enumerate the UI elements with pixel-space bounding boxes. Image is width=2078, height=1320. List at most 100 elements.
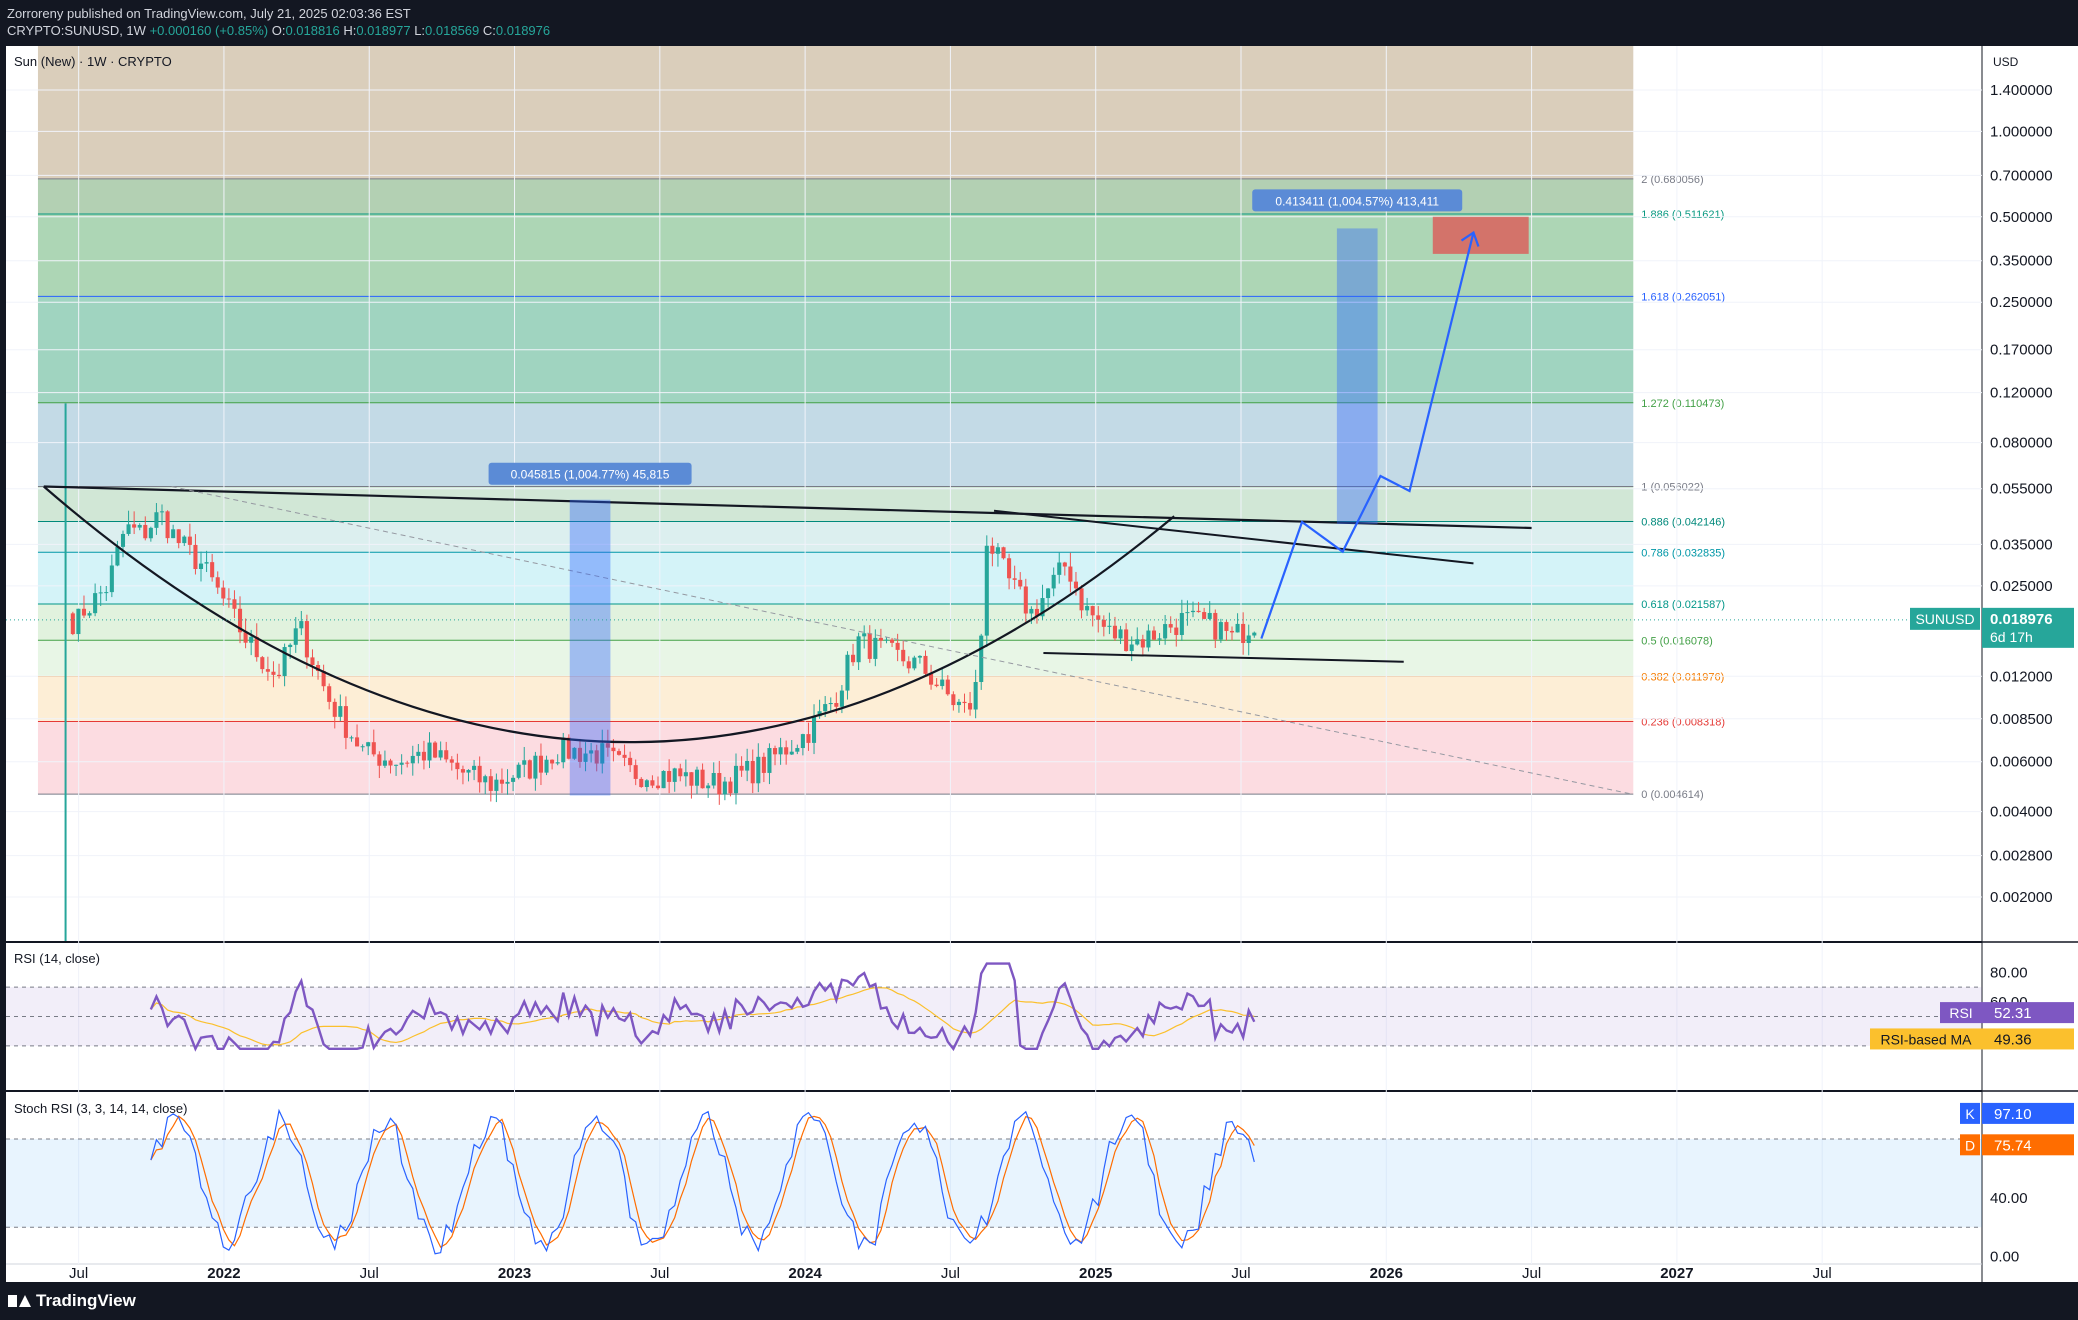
candle-body xyxy=(1129,644,1134,652)
fib-level-label: 1.886 (0.511621) xyxy=(1641,209,1724,221)
candle-body xyxy=(1057,562,1062,575)
fib-zone xyxy=(37,402,1634,487)
candle-body xyxy=(477,765,482,783)
fib-level-label: 0.786 (0.032835) xyxy=(1641,547,1725,559)
candle-body xyxy=(304,621,309,658)
candle-body xyxy=(1146,630,1151,648)
rsi-ma-tag-text: RSI-based MA xyxy=(1880,1031,1972,1047)
candle-body xyxy=(611,747,616,752)
candle-body xyxy=(366,742,371,747)
fib-zone xyxy=(37,603,1634,641)
time-tick-label: Jul xyxy=(360,1265,379,1282)
candle-body xyxy=(722,781,727,795)
candle-body xyxy=(421,751,426,761)
candle-body xyxy=(193,544,198,570)
candle-body xyxy=(761,756,766,773)
candle-body xyxy=(527,760,532,779)
ohlc-high-label: H: xyxy=(343,23,357,38)
candle-body xyxy=(633,765,638,779)
candle-body xyxy=(622,754,627,758)
publish-line: Zorroreny published on TradingView.com, … xyxy=(7,6,411,21)
candle-body xyxy=(243,632,248,643)
candle-body xyxy=(901,649,906,662)
candle-body xyxy=(143,524,148,539)
rsi-tag-text: RSI xyxy=(1949,1005,1972,1021)
candle-body xyxy=(310,657,315,665)
candle-body xyxy=(655,785,661,789)
time-tick-label: Jul xyxy=(1522,1265,1541,1282)
candle-body xyxy=(137,524,142,528)
candle-body xyxy=(1112,625,1118,639)
candle-body xyxy=(800,734,805,749)
candle-body xyxy=(995,547,1000,554)
tradingview-logo[interactable]: TradingView xyxy=(8,1291,136,1311)
symbol-name: CRYPTO:SUNUSD, 1W xyxy=(7,23,146,38)
fib-level-label: 1 (0.056022) xyxy=(1641,481,1703,493)
candle-body xyxy=(449,759,454,763)
candle-body xyxy=(1068,566,1073,582)
ohlc-high-value: 0.018977 xyxy=(356,23,411,38)
time-tick-label: Jul xyxy=(941,1265,960,1282)
candle-body xyxy=(895,642,900,650)
candle-body xyxy=(795,748,800,752)
stoch-tick-label: 40.00 xyxy=(1990,1190,2028,1207)
candle-body xyxy=(968,703,973,710)
ohlc-close-value: 0.018976 xyxy=(495,23,551,38)
candle-body xyxy=(349,737,354,739)
candle-body xyxy=(756,756,761,784)
candle-body xyxy=(628,757,633,766)
candle-body xyxy=(1090,606,1095,616)
candle-body xyxy=(1051,574,1056,589)
ohlc-open-value: 0.018816 xyxy=(285,23,340,38)
candle-body xyxy=(929,673,934,685)
candle-body xyxy=(956,701,961,706)
fib-level-label: 1.272 (0.110473) xyxy=(1641,398,1724,410)
stoch-tag-text: D xyxy=(1965,1137,1975,1153)
candle-body xyxy=(1174,627,1179,635)
candle-body xyxy=(1062,562,1067,567)
header-bar: Zorroreny published on TradingView.com, … xyxy=(0,0,2078,46)
chart-canvas[interactable]: 2 (0.680056)1.886 (0.511621)1.618 (0.262… xyxy=(0,46,2078,1282)
candle-body xyxy=(1218,622,1223,640)
rsi-value: 52.31 xyxy=(1994,1005,2032,1022)
candle-body xyxy=(667,770,672,782)
candle-body xyxy=(745,760,750,771)
tradingview-logo-icon xyxy=(8,1295,31,1307)
price-tick-label: 0.012000 xyxy=(1990,668,2053,685)
candle-body xyxy=(438,750,443,758)
candle-body xyxy=(444,750,449,760)
candle-body xyxy=(1135,639,1140,645)
currency-label: USD xyxy=(1993,55,2019,69)
candle-body xyxy=(182,536,187,544)
candle-body xyxy=(1023,586,1028,614)
fib-level-label: 0.382 (0.011976) xyxy=(1641,672,1724,684)
candle-body xyxy=(232,599,237,609)
candle-body xyxy=(1190,610,1196,613)
candle-body xyxy=(271,671,276,675)
stoch-value: 75.74 xyxy=(1994,1137,2032,1154)
last-price-value: 0.018976 xyxy=(1990,611,2053,628)
candle-body xyxy=(544,759,549,773)
candle-body xyxy=(1157,638,1162,640)
candle-body xyxy=(890,639,895,643)
candle-body xyxy=(522,760,527,765)
candle-body xyxy=(360,746,365,748)
candle-body xyxy=(940,679,945,687)
target-box xyxy=(1432,216,1529,254)
candle-body xyxy=(689,772,694,786)
fib-zone xyxy=(37,721,1634,795)
candle-body xyxy=(862,633,867,637)
candle-body xyxy=(706,785,711,789)
candle-body xyxy=(1085,606,1090,611)
candle-body xyxy=(226,598,231,600)
candle-body xyxy=(806,734,811,743)
ohlc-close-label: C: xyxy=(482,23,496,38)
symbol-line: CRYPTO:SUNUSD, 1W +0.000160 (+0.85%) O:0… xyxy=(7,23,550,38)
candle-body xyxy=(1207,612,1212,619)
candle-body xyxy=(159,511,165,513)
fib-zone-top xyxy=(37,46,1634,179)
candle-body xyxy=(377,754,382,766)
measure-label: 0.045815 (1,004.77%) 45,815 xyxy=(511,468,670,482)
stoch-value: 97.10 xyxy=(1994,1106,2032,1123)
candle-body xyxy=(1179,613,1184,635)
